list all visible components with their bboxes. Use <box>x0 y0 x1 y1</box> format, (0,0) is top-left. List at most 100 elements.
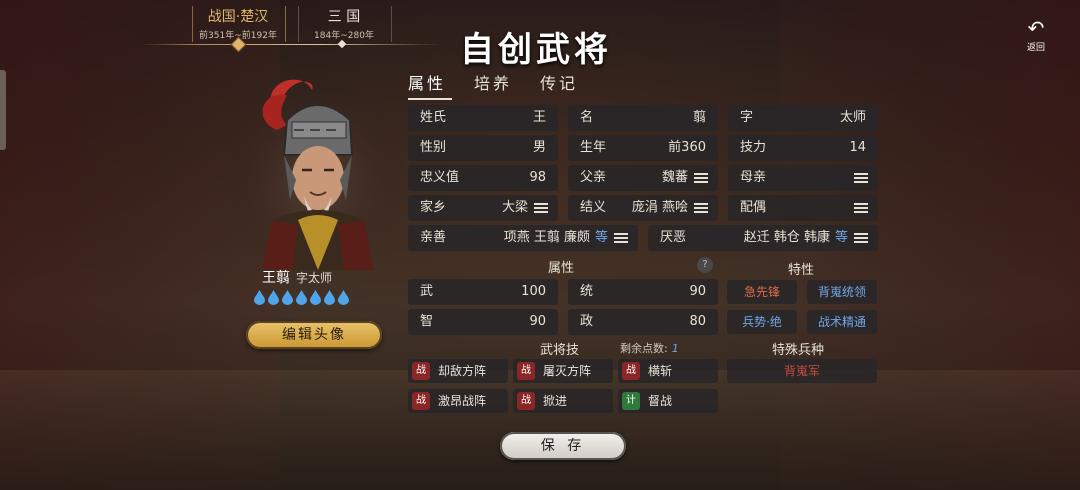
surname-field[interactable]: 姓氏 王 <box>408 105 558 131</box>
tab-bar: 属性 培养 传记 <box>408 70 606 100</box>
tab-biography[interactable]: 传记 <box>540 70 606 100</box>
water-drop-icon <box>338 290 349 305</box>
tab-attributes[interactable]: 属性 <box>408 70 452 100</box>
battle-badge-icon: 战 <box>622 362 640 380</box>
remaining-points-label: 剩余点数: <box>620 342 668 355</box>
skill-item[interactable]: 战 激昂战阵 <box>408 389 508 413</box>
field-label: 配偶 <box>740 200 767 215</box>
page-title: 自创武将 <box>460 30 612 70</box>
hero-courtesy: 字太师 <box>296 271 333 285</box>
loyalty-field[interactable]: 忠义值 98 <box>408 165 558 191</box>
list-menu-icon[interactable] <box>694 203 708 213</box>
battle-badge-icon: 战 <box>517 362 535 380</box>
courtesy-name-field[interactable]: 字 太师 <box>728 105 878 131</box>
skills-heading: 武将技 <box>540 343 580 358</box>
water-drop-icon <box>310 290 321 305</box>
edit-portrait-button[interactable]: 编辑头像 <box>246 321 382 349</box>
help-icon[interactable]: ? <box>697 257 713 273</box>
skill-item[interactable]: 战 却敌方阵 <box>408 359 508 383</box>
gender-field[interactable]: 性别 男 <box>408 135 558 161</box>
timeline-line <box>140 44 440 45</box>
list-menu-icon[interactable] <box>854 233 868 243</box>
era-range: 184年~280年 <box>314 31 374 41</box>
list-menu-icon[interactable] <box>694 173 708 183</box>
hometown-field[interactable]: 家乡 大梁 <box>408 195 558 221</box>
field-label: 亲善 <box>420 230 447 245</box>
attributes-heading: 属性 <box>548 261 575 276</box>
sworn-siblings-field[interactable]: 结义 庞涓 燕哙 <box>568 195 718 221</box>
skill-power-field[interactable]: 技力 14 <box>728 135 878 161</box>
water-drop-icon <box>268 290 279 305</box>
skill-item[interactable]: 战 掀进 <box>513 389 613 413</box>
era-name: 战国·楚汉 <box>207 9 269 25</box>
portrait-illustration <box>232 70 402 270</box>
list-menu-icon[interactable] <box>854 173 868 183</box>
skill-name: 督战 <box>648 394 673 408</box>
father-field[interactable]: 父亲 魏蕃 <box>568 165 718 191</box>
field-value: 王 <box>532 110 546 125</box>
stat-force[interactable]: 武 100 <box>408 279 558 305</box>
trait-momentum[interactable]: 兵势·绝 <box>727 310 797 334</box>
battle-badge-icon: 战 <box>412 392 430 410</box>
battle-badge-icon: 战 <box>517 392 535 410</box>
list-menu-icon[interactable] <box>534 203 548 213</box>
spouse-field[interactable]: 配偶 <box>728 195 878 221</box>
skill-name: 激昂战阵 <box>438 394 487 408</box>
field-value: 男 <box>532 140 546 155</box>
field-label: 字 <box>740 110 754 125</box>
mother-field[interactable]: 母亲 <box>728 165 878 191</box>
birth-year-field[interactable]: 生年 前360 <box>568 135 718 161</box>
given-name-field[interactable]: 名 翦 <box>568 105 718 131</box>
era-timeline: 战国·楚汉 前351年~前192年 三 国 184年~280年 <box>140 0 440 56</box>
list-menu-icon[interactable] <box>614 233 628 243</box>
skill-item[interactable]: 计 督战 <box>618 389 718 413</box>
save-button[interactable]: 保 存 <box>500 432 626 460</box>
side-drawer-handle[interactable] <box>0 70 6 150</box>
field-label: 母亲 <box>740 170 767 185</box>
back-button[interactable]: ↶ 返回 <box>1018 18 1054 53</box>
field-label: 结义 <box>580 200 607 215</box>
era-three-kingdoms[interactable]: 三 国 184年~280年 <box>298 6 390 41</box>
trait-vanguard[interactable]: 急先锋 <box>727 280 797 304</box>
stat-politics[interactable]: 政 80 <box>568 309 718 335</box>
hero-name: 王翦 <box>262 270 290 286</box>
water-drop-icon <box>324 290 335 305</box>
stat-label: 武 <box>420 284 434 299</box>
stat-label: 统 <box>580 284 594 299</box>
field-value: 前360 <box>668 140 706 155</box>
skill-item[interactable]: 战 屠灭方阵 <box>513 359 613 383</box>
trait-tactics-master[interactable]: 战术精通 <box>807 310 877 334</box>
skill-item[interactable]: 战 横斩 <box>618 359 718 383</box>
disliked-field[interactable]: 厌恶 赵迁 韩仓 韩康 等 <box>648 225 878 251</box>
back-label: 返回 <box>1026 43 1045 53</box>
era-name: 三 国 <box>327 9 361 25</box>
potential-drops <box>254 290 349 305</box>
remaining-points: 剩余点数: 1 <box>620 340 679 356</box>
stat-value: 100 <box>521 284 546 299</box>
hero-name-row: 王翦 字太师 <box>262 267 332 287</box>
favored-field[interactable]: 亲善 项燕 王翦 廉颇 等 <box>408 225 638 251</box>
remaining-points-value: 1 <box>671 342 679 355</box>
trait-beiwei-commander[interactable]: 背嵬统领 <box>807 280 877 304</box>
special-troop-value[interactable]: 背嵬军 <box>727 359 877 383</box>
water-drop-icon <box>296 290 307 305</box>
water-drop-icon <box>282 290 293 305</box>
field-value: 庞涓 燕哙 <box>631 200 688 215</box>
field-value: 大梁 <box>501 200 528 215</box>
stat-intelligence[interactable]: 智 90 <box>408 309 558 335</box>
field-label: 名 <box>580 110 594 125</box>
skill-name: 却敌方阵 <box>438 364 487 378</box>
traits-heading: 特性 <box>788 263 815 278</box>
special-troop-heading: 特殊兵种 <box>772 343 825 358</box>
more-indicator: 等 <box>834 230 848 245</box>
tab-training[interactable]: 培养 <box>474 70 540 100</box>
stat-value: 90 <box>529 314 546 329</box>
stat-value: 80 <box>689 314 706 329</box>
skill-name: 屠灭方阵 <box>543 364 592 378</box>
list-menu-icon[interactable] <box>854 203 868 213</box>
field-value: 14 <box>849 140 866 155</box>
field-value: 赵迁 韩仓 韩康 <box>743 230 830 245</box>
stat-leadership[interactable]: 统 90 <box>568 279 718 305</box>
field-value: 魏蕃 <box>661 170 688 185</box>
field-label: 父亲 <box>580 170 607 185</box>
